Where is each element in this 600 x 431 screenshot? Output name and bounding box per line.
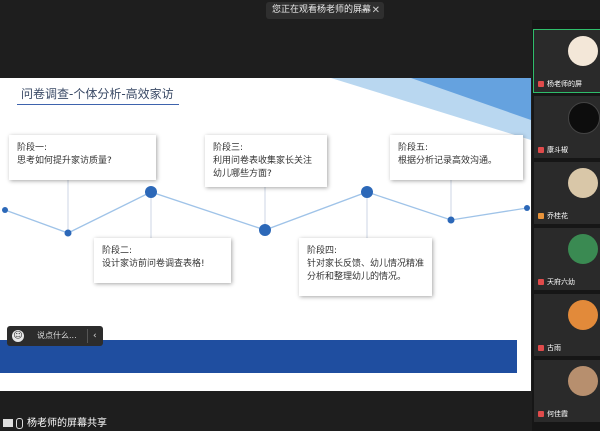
avatar [568,366,598,396]
timeline-node [259,224,271,236]
stage-label: 阶段一: [17,143,48,153]
stage-text: 设计家访前问卷调查表格! [102,259,205,269]
participant-name: 古雨 [547,344,561,352]
stage-text: 利用问卷表收集家长关注幼儿哪些方面? [213,156,313,179]
participant-name: 天府六幼 [547,278,575,286]
timeline-node [524,205,530,211]
mic-muted-icon [538,213,544,219]
mic-muted-icon [538,147,544,153]
mic-muted-icon [538,345,544,351]
stage-text: 思考如何提升家访质量? [17,156,112,166]
stage-text: 根据分析记录高效沟通。 [398,156,498,166]
chat-placeholder: 说点什么... [37,331,77,340]
mic-muted-icon [538,279,544,285]
shared-screen: 问卷调查-个体分析-高效家访 阶段一: 思考如何提升家访质量? 阶段二: 设计家… [0,20,531,431]
screen-share-label: 杨老师的屏幕共享 [3,414,107,429]
stage-label: 阶段四: [307,246,338,256]
participant-name: 杨老师的屏 [547,80,582,88]
stage-2-card: 阶段二: 设计家访前问卷调查表格! [94,238,231,283]
close-icon[interactable]: ✕ [372,2,380,19]
participant-tile[interactable]: 天府六幼 [534,228,600,290]
mic-icon [16,417,23,429]
participant-name: 乔桂花 [547,212,568,220]
banner-text: 您正在观看杨老师的屏幕 [272,5,372,15]
stage-label: 阶段三: [213,143,244,153]
participant-tile[interactable]: 何佳霞 [534,360,600,422]
timeline-node [447,216,455,224]
share-label-text: 杨老师的屏幕共享 [27,418,107,429]
participant-name: 何佳霞 [547,410,568,418]
stage-5-card: 阶段五: 根据分析记录高效沟通。 [390,135,523,180]
avatar [568,234,598,264]
avatar [568,36,598,66]
participant-tile[interactable]: 古雨 [534,294,600,356]
participant-name: 康斗椒 [547,146,568,154]
participant-tile[interactable]: 杨老师的屏 [533,29,600,93]
screen-icon [3,419,13,427]
stage-label: 阶段五: [398,143,429,153]
timeline-node [361,186,373,198]
mic-muted-icon [538,411,544,417]
stage-3-card: 阶段三: 利用问卷表收集家长关注幼儿哪些方面? [205,135,327,187]
timeline-node [64,229,72,237]
screen-share-banner: 您正在观看杨老师的屏幕 ▭ ✕ [266,2,384,19]
timeline-node [2,207,8,213]
caption-icon[interactable]: ▭ [360,2,368,19]
chevron-left-icon[interactable]: ‹ [93,326,97,346]
smile-icon[interactable]: ☺ [12,330,24,342]
stage-label: 阶段二: [102,246,133,256]
timeline-node [145,186,157,198]
mic-muted-icon [538,81,544,87]
participant-panel[interactable]: 杨老师的屏 康斗椒 乔桂花 天府六幼 古雨 何佳霞 [532,20,600,431]
participant-tile[interactable]: 康斗椒 [534,96,600,158]
avatar [568,102,600,134]
stage-text: 针对家长反馈、幼儿情况精准分析和整理幼儿的情况。 [307,259,425,282]
avatar [568,168,598,198]
participant-tile[interactable]: 乔桂花 [534,162,600,224]
avatar [568,300,598,330]
divider [87,329,88,343]
stage-4-card: 阶段四: 针对家长反馈、幼儿情况精准分析和整理幼儿的情况。 [299,238,432,296]
stage-1-card: 阶段一: 思考如何提升家访质量? [9,135,156,180]
chat-input[interactable]: ☺ 说点什么... ‹ [7,326,103,346]
